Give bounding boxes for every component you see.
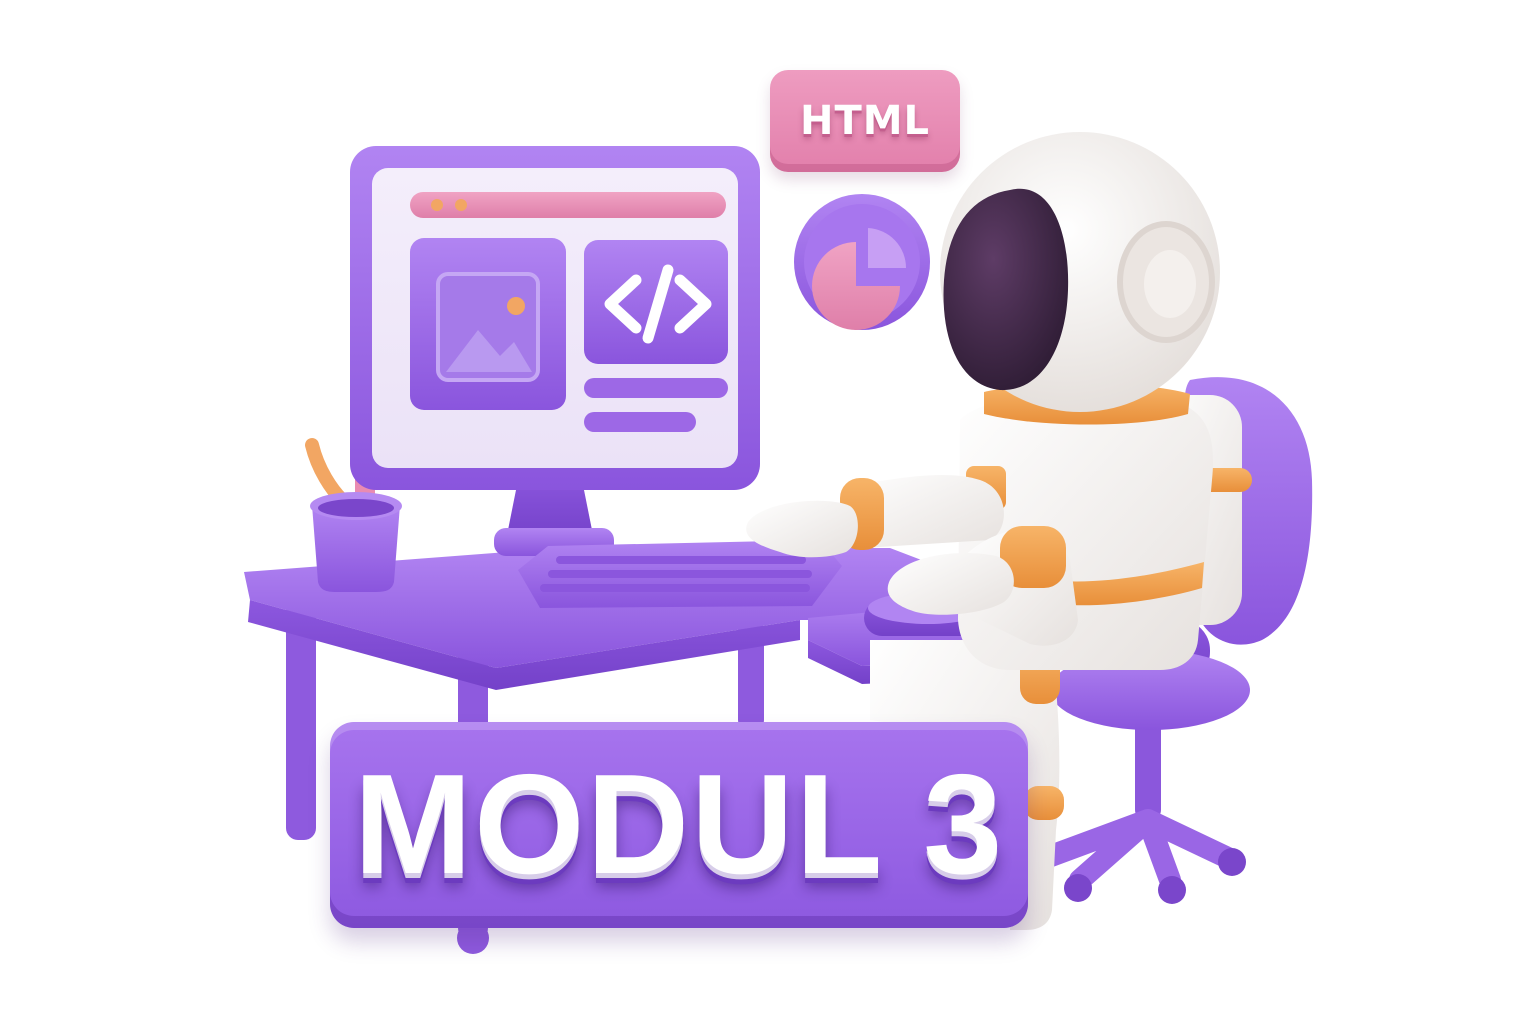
module-title-text: MODUL 3 xyxy=(353,745,1005,904)
html-badge: HTML xyxy=(770,70,960,172)
keyboard-keys xyxy=(540,556,812,592)
monitor xyxy=(350,146,760,556)
pie-chart-icon xyxy=(794,194,930,330)
browser-dot-2 xyxy=(455,199,467,211)
image-placeholder-icon xyxy=(436,272,540,382)
screen-text-line-2 xyxy=(584,412,696,432)
browser-dot-1 xyxy=(431,199,443,211)
html-badge-label: HTML xyxy=(799,98,931,144)
screen-text-line-1 xyxy=(584,378,728,398)
module-title-label: MODUL 3 xyxy=(330,722,1028,928)
